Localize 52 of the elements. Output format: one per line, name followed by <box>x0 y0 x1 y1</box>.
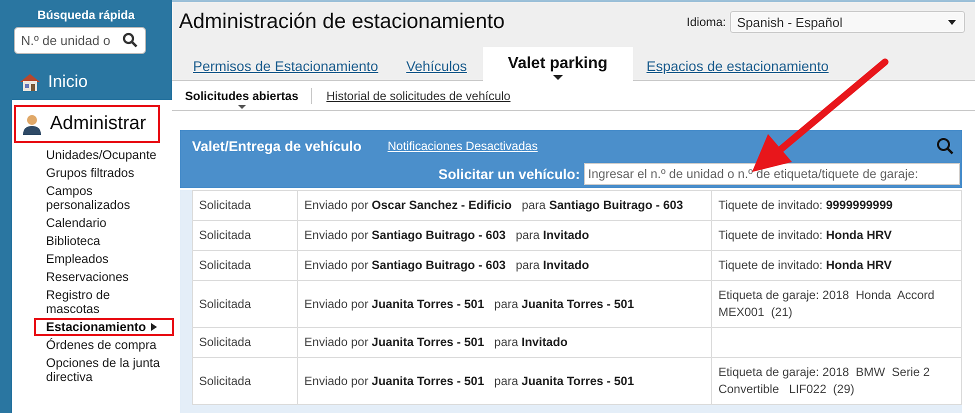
sidebar-item[interactable]: Estacionamiento <box>34 318 174 336</box>
sidebar-item[interactable]: Campos personalizados <box>34 182 166 214</box>
table-cell: Enviado por Juanita Torres - 501 para Invitado <box>298 328 712 358</box>
table-cell: Tiquete de invitado: Honda HRV <box>712 220 962 250</box>
table-cell: Enviado por Juanita Torres - 501 para Juanita Torres - 501 <box>298 280 712 328</box>
sidebar-item[interactable]: Empleados <box>34 250 166 268</box>
quick-search-title: Búsqueda rápida <box>36 7 136 24</box>
table-cell: Enviado por Santiago Buitrago - 603 para Invitado <box>298 220 712 250</box>
dropdown-icon <box>948 20 956 24</box>
caret-icon <box>552 75 563 80</box>
search-icon[interactable] <box>122 32 138 48</box>
tab[interactable]: Vehículos <box>406 52 481 80</box>
search-icon[interactable] <box>936 137 954 155</box>
sidebar-item[interactable]: Grupos filtrados <box>34 164 166 182</box>
panel-title: Valet/Entrega de vehículo <box>192 138 362 154</box>
home-link[interactable]: Inicio <box>48 72 88 92</box>
sidebar-item[interactable]: Biblioteca <box>34 232 166 250</box>
caret-icon <box>238 104 246 108</box>
table-cell: Solicitada <box>192 220 298 250</box>
vehicle-request-field[interactable]: Ingresar el n.º de unidad o n.º de etiqueta/tiquete de garaje: <box>584 163 960 185</box>
language-select[interactable]: Spanish - Español <box>730 11 965 33</box>
tab[interactable]: Permisos de Estacionamiento <box>193 52 392 80</box>
page-title: Administración de estacionamiento <box>179 10 505 34</box>
sidebar-item[interactable]: Órdenes de compra <box>34 336 166 354</box>
table-cell: Tiquete de invitado: Honda HRV <box>712 250 962 280</box>
sidebar-item[interactable]: Unidades/Ocupante <box>34 146 166 164</box>
house-icon <box>18 72 42 92</box>
sidebar-item[interactable]: Calendario <box>34 214 166 232</box>
quick-search-field[interactable]: N.º de unidad o <box>14 27 146 54</box>
table-cell: Solicitada <box>192 250 298 280</box>
table-cell: Etiqueta de garaje: 2018 Honda Accord MEX001 (21) <box>712 280 962 328</box>
table-cell: Etiqueta de garaje: 2018 BMW Serie 2 Convertible LIF022 (29) <box>712 358 962 404</box>
table-cell: Solicitada <box>192 358 298 404</box>
caret-icon <box>151 323 158 331</box>
table-cell: Tiquete de invitado: 9999999999 <box>712 190 962 220</box>
person-icon <box>22 113 42 135</box>
table-cell: Solicitada <box>192 190 298 220</box>
admin-section-header[interactable]: Administrar <box>14 105 160 143</box>
table-cell: Solicitada <box>192 328 298 358</box>
table-cell: Enviado por Santiago Buitrago - 603 para Invitado <box>298 250 712 280</box>
sidebar-item[interactable]: Reservaciones <box>34 268 166 286</box>
table-cell: Solicitada <box>192 280 298 328</box>
sidebar-item[interactable]: Registro de mascotas <box>34 286 166 318</box>
table-cell: Enviado por Juanita Torres - 501 para Juanita Torres - 501 <box>298 358 712 404</box>
language-label: Idioma: <box>686 15 726 29</box>
subtab[interactable]: Historial de solicitudes de vehículo <box>326 88 510 102</box>
tab[interactable]: Espacios de estacionamiento <box>646 52 843 80</box>
tab[interactable]: Valet parking <box>482 47 633 81</box>
sidebar-item[interactable]: Opciones de la junta directiva <box>34 354 166 386</box>
table-cell: Enviado por Oscar Sanchez - Edificio para Santiago Buitrago - 603 <box>298 190 712 220</box>
request-label: Solicitar un vehículo: <box>438 166 580 182</box>
subtab[interactable]: Solicitudes abiertas <box>185 88 298 102</box>
